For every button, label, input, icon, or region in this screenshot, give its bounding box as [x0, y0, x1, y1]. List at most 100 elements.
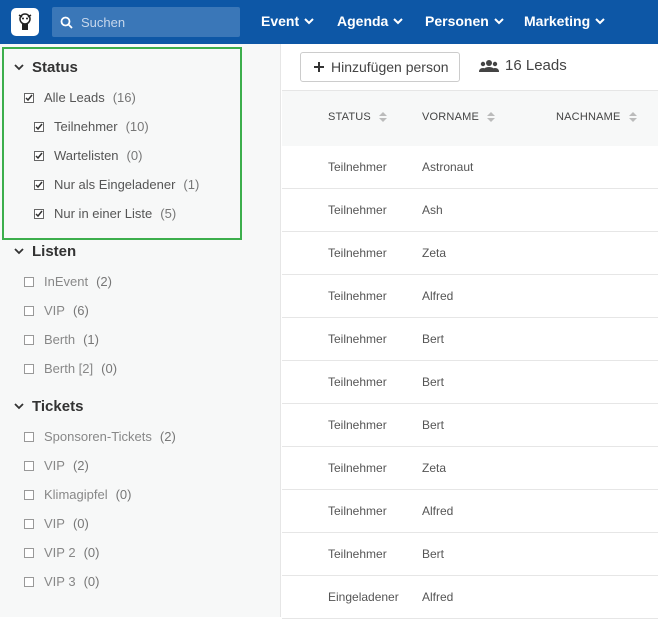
checkbox-checked-icon[interactable] [34, 150, 44, 161]
cell-vorname: Zeta [422, 461, 447, 475]
table-row[interactable]: Teilnehmer Zeta [282, 447, 658, 490]
chevron-down-icon [14, 403, 24, 410]
checkbox-unchecked-icon[interactable] [24, 334, 34, 345]
add-person-button[interactable]: Hinzufügen person [300, 52, 460, 82]
cell-vorname: Alfred [422, 504, 454, 518]
checkbox-checked-icon[interactable] [24, 92, 34, 103]
table-row[interactable]: Teilnehmer Zeta [282, 232, 658, 275]
table-row[interactable]: Teilnehmer Bert [282, 404, 658, 447]
nav-personen[interactable]: Personen [425, 13, 504, 29]
filter-teilnehmer[interactable]: Teilnehmer (10) [34, 119, 149, 134]
filter-label: Nur als Eingeladener [54, 177, 176, 192]
filter-list-berth-2[interactable]: Berth [2] (0) [24, 361, 117, 376]
search-input[interactable] [81, 14, 231, 30]
filter-label: Wartelisten [54, 148, 119, 163]
cell-status: Teilnehmer [328, 504, 387, 518]
column-label: STATUS [328, 111, 371, 123]
search-icon [60, 16, 73, 29]
status-section-toggle[interactable]: Status [14, 59, 78, 76]
column-header-vorname[interactable]: VORNAME [422, 111, 496, 123]
checkbox-unchecked-icon[interactable] [24, 460, 34, 471]
filter-count: (0) [72, 516, 89, 531]
filter-count: (1) [83, 332, 99, 347]
nav-personen-label: Personen [425, 13, 489, 29]
nav-event[interactable]: Event [261, 13, 314, 29]
mascot-logo-icon [18, 13, 32, 30]
chevron-down-icon [14, 248, 24, 255]
listen-section-title: Listen [32, 243, 77, 260]
top-navigation-bar: Event Agenda Personen Marketing [0, 0, 658, 44]
checkbox-unchecked-icon[interactable] [24, 518, 34, 529]
filter-ticket-vip-3[interactable]: VIP 3 (0) [24, 574, 99, 589]
checkbox-unchecked-icon[interactable] [24, 431, 34, 442]
nav-agenda-label: Agenda [337, 13, 389, 29]
column-header-nachname[interactable]: NACHNAME [556, 111, 637, 123]
cell-vorname: Bert [422, 547, 445, 561]
filter-nur-eingeladener[interactable]: Nur als Eingeladener (1) [34, 177, 199, 192]
filter-sidebar: Status Alle Leads (16) Teilnehmer (10) W… [0, 44, 281, 617]
filter-wartelisten[interactable]: Wartelisten (0) [34, 148, 142, 163]
filter-label: Teilnehmer [54, 119, 118, 134]
checkbox-unchecked-icon[interactable] [24, 547, 34, 558]
table-row[interactable]: Teilnehmer Ash [282, 189, 658, 232]
checkbox-unchecked-icon[interactable] [24, 489, 34, 500]
filter-list-inevent[interactable]: InEvent (2) [24, 274, 112, 289]
leads-toolbar: Hinzufügen person 16 Leads [282, 44, 658, 90]
checkbox-unchecked-icon[interactable] [24, 276, 34, 287]
table-row[interactable]: Teilnehmer Bert [282, 533, 658, 576]
table-row[interactable]: Teilnehmer Alfred [282, 490, 658, 533]
tickets-section-title: Tickets [32, 398, 84, 415]
checkbox-checked-icon[interactable] [34, 179, 44, 190]
checkbox-unchecked-icon[interactable] [24, 576, 34, 587]
column-header-status[interactable]: STATUS [328, 111, 387, 123]
cell-vorname: Bert [422, 332, 445, 346]
filter-ticket-vip-b[interactable]: VIP (0) [24, 516, 89, 531]
cell-vorname: Bert [422, 375, 445, 389]
nav-event-label: Event [261, 13, 300, 29]
search-box[interactable] [52, 7, 240, 37]
nav-marketing[interactable]: Marketing [524, 13, 605, 29]
checkbox-checked-icon[interactable] [34, 208, 44, 219]
filter-nur-liste[interactable]: Nur in einer Liste (5) [34, 206, 176, 221]
cell-vorname: Alfred [422, 289, 454, 303]
table-row[interactable]: Teilnehmer Bert [282, 318, 658, 361]
status-section-title: Status [32, 59, 78, 76]
app-logo[interactable] [11, 8, 39, 36]
filter-count: (0) [126, 148, 143, 163]
table-row[interactable]: Eingeladener Alfred [282, 576, 658, 619]
cell-status: Teilnehmer [328, 203, 387, 217]
tickets-section-toggle[interactable]: Tickets [14, 398, 83, 415]
filter-list-berth[interactable]: Berth (1) [24, 332, 99, 347]
listen-section-toggle[interactable]: Listen [14, 243, 76, 260]
filter-ticket-klimagipfel[interactable]: Klimagipfel (0) [24, 487, 131, 502]
checkbox-checked-icon[interactable] [34, 121, 44, 132]
table-row[interactable]: Teilnehmer Astronaut [282, 146, 658, 189]
chevron-down-icon [304, 17, 314, 24]
filter-label: InEvent [44, 274, 89, 289]
table-row[interactable]: Teilnehmer Alfred [282, 275, 658, 318]
filter-alle-leads[interactable]: Alle Leads (16) [24, 90, 136, 105]
filter-list-vip[interactable]: VIP (6) [24, 303, 89, 318]
cell-status: Teilnehmer [328, 289, 387, 303]
checkbox-unchecked-icon[interactable] [24, 363, 34, 374]
filter-count: (6) [72, 303, 89, 318]
filter-label: Berth [2] [44, 361, 94, 376]
table-row[interactable]: Teilnehmer Bert [282, 361, 658, 404]
cell-vorname: Bert [422, 418, 445, 432]
cell-vorname: Astronaut [422, 160, 474, 174]
chevron-down-icon [393, 17, 404, 24]
filter-count: (5) [160, 206, 177, 221]
nav-agenda[interactable]: Agenda [337, 13, 404, 29]
cell-vorname: Ash [422, 203, 443, 217]
filter-ticket-vip-2[interactable]: VIP 2 (0) [24, 545, 99, 560]
filter-label: Sponsoren-Tickets [44, 429, 152, 444]
filter-ticket-vip[interactable]: VIP (2) [24, 458, 89, 473]
filter-label: VIP 3 [44, 574, 76, 589]
filter-count: (0) [115, 487, 132, 502]
checkbox-unchecked-icon[interactable] [24, 305, 34, 316]
filter-ticket-sponsoren[interactable]: Sponsoren-Tickets (2) [24, 429, 176, 444]
filter-label: Berth [44, 332, 76, 347]
leads-counter: 16 Leads [479, 57, 567, 74]
filter-label: Nur in einer Liste [54, 206, 153, 221]
filter-count: (16) [112, 90, 136, 105]
